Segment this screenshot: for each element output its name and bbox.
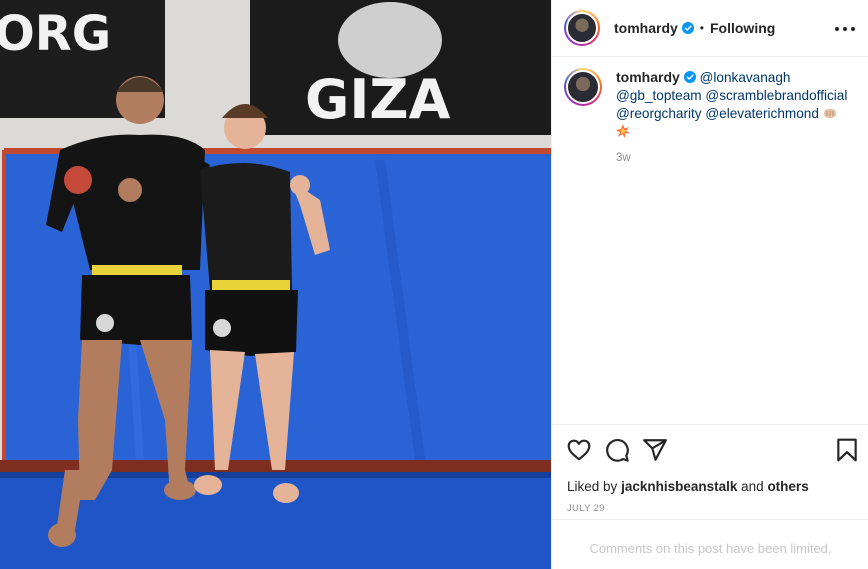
post-photo: ORG GIZA: [0, 0, 551, 569]
post-date[interactable]: JULY 29: [567, 503, 605, 514]
share-icon[interactable]: [642, 437, 668, 463]
caption-body: tomhardy @lonkavanagh @gb_topteam @scram…: [616, 68, 847, 167]
header-separator: •: [699, 21, 704, 35]
banner-right-text: GIZA: [305, 68, 451, 131]
more-options-icon[interactable]: [835, 19, 855, 39]
mention-link[interactable]: @lonkavanagh: [700, 70, 791, 85]
following-button[interactable]: Following: [710, 20, 775, 36]
mention-link[interactable]: @scramblebrandofficial: [705, 88, 847, 103]
banner-left-text: ORG: [0, 6, 111, 62]
avatar[interactable]: [564, 10, 600, 46]
mention-link[interactable]: @reorgcharity: [616, 106, 702, 121]
divider: [552, 424, 868, 425]
post-caption: tomhardy @lonkavanagh @gb_topteam @scram…: [564, 68, 860, 167]
fist-emoji-icon: [823, 109, 836, 118]
heart-icon[interactable]: [566, 437, 592, 463]
comments-limited-notice: Comments on this post have been limited.: [589, 541, 832, 556]
post-username[interactable]: tomhardy: [614, 20, 678, 36]
divider: [552, 519, 868, 520]
caption-age[interactable]: 3w: [616, 149, 847, 167]
collision-emoji-icon: [616, 124, 630, 138]
liked-prefix: Liked by: [567, 479, 618, 494]
liked-and: and: [741, 479, 764, 494]
bookmark-icon[interactable]: [834, 437, 860, 463]
verified-badge-icon: [683, 71, 696, 83]
caption-username[interactable]: tomhardy: [616, 69, 680, 85]
post-image[interactable]: ORG GIZA: [0, 0, 551, 569]
post-details-panel: tomhardy • Following tomhardy @lonkavana…: [551, 0, 868, 569]
post-header: tomhardy • Following: [552, 0, 868, 57]
liked-user-link[interactable]: jacknhisbeanstalk: [621, 479, 737, 494]
liked-others-link[interactable]: others: [767, 479, 808, 494]
liked-by: Liked by jacknhisbeanstalk and others: [567, 479, 809, 494]
post-actions: [566, 437, 858, 465]
comment-icon[interactable]: [604, 437, 630, 463]
mention-link[interactable]: @elevaterichmond: [705, 106, 819, 121]
verified-badge-icon: [681, 22, 694, 34]
caption-avatar[interactable]: [564, 68, 602, 106]
mention-link[interactable]: @gb_topteam: [616, 88, 702, 103]
